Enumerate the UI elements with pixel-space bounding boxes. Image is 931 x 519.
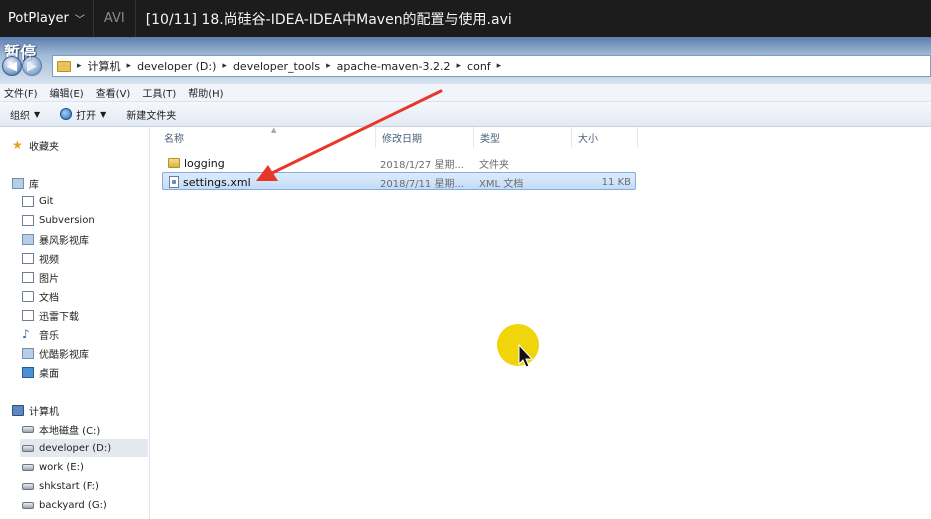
nav-library-item[interactable]: 视频 xyxy=(22,249,59,267)
nav-library-item[interactable]: Subversion xyxy=(22,211,95,229)
file-date-cell: 2018/1/27 星期... xyxy=(380,159,464,171)
star-icon: ★ xyxy=(12,138,23,152)
breadcrumb-item[interactable]: developer (D:) xyxy=(137,60,216,73)
table-row[interactable]: settings.xml 2018/7/11 星期... XML 文档 11 K… xyxy=(162,172,636,190)
file-type-cell: XML 文档 xyxy=(479,178,524,190)
download-icon xyxy=(22,309,34,321)
menu-bar: 文件(F) 编辑(E) 查看(V) 工具(T) 帮助(H) xyxy=(0,84,931,102)
drive-icon xyxy=(22,463,34,471)
menu-file[interactable]: 文件(F) xyxy=(4,85,38,100)
app-name: PotPlayer xyxy=(8,11,69,26)
table-row[interactable]: logging 2018/1/27 星期... 文件夹 xyxy=(162,154,636,172)
new-folder-button[interactable]: 新建文件夹 xyxy=(126,107,176,122)
folder-icon xyxy=(168,158,180,168)
subversion-icon xyxy=(22,214,34,226)
xml-file-icon xyxy=(169,176,179,188)
file-name-cell: logging xyxy=(168,154,225,172)
document-icon xyxy=(22,290,34,302)
breadcrumb-item[interactable]: developer_tools xyxy=(233,60,320,73)
video-title: [10/11] 18.尚硅谷-IDEA-IDEA中Maven的配置与使用.avi xyxy=(145,11,512,28)
navigation-pane: ★ 收藏夹 库 Git Subversion 暴风影视库 视频 图片 文档 迅雷… xyxy=(0,127,150,519)
nav-drive[interactable]: shkstart (F:) xyxy=(22,477,99,495)
breadcrumb-item[interactable]: conf xyxy=(467,60,491,73)
nav-drive[interactable]: 本地磁盘 (C:) xyxy=(22,420,100,438)
nav-libraries[interactable]: 库 xyxy=(12,174,39,192)
column-header-size[interactable]: 大小 xyxy=(572,127,638,148)
file-size-cell: 11 KB xyxy=(601,176,631,188)
column-header-date[interactable]: 修改日期 xyxy=(376,127,474,148)
nav-drive[interactable]: developer (D:) xyxy=(20,439,148,457)
file-type-cell: 文件夹 xyxy=(479,159,509,171)
chevron-down-icon: ▼ xyxy=(100,109,107,119)
chevron-down-icon: ▼ xyxy=(34,109,41,119)
column-header-name[interactable]: ▲ 名称 xyxy=(158,126,376,148)
folder-icon xyxy=(57,60,71,72)
organize-button[interactable]: 组织 ▼ xyxy=(10,107,40,122)
player-title-bar: PotPlayer ﹀ AVI [10/11] 18.尚硅谷-IDEA-IDEA… xyxy=(0,0,931,37)
nav-library-item[interactable]: 文档 xyxy=(22,287,59,305)
forward-arrow-icon[interactable]: ▶ xyxy=(22,56,42,76)
back-arrow-icon[interactable]: ◀ xyxy=(2,56,22,76)
command-toolbar: 组织 ▼ 打开 ▼ 新建文件夹 xyxy=(0,102,931,127)
breadcrumb-item[interactable]: 计算机 xyxy=(88,58,121,74)
open-icon xyxy=(60,108,73,120)
computer-icon xyxy=(12,404,24,416)
nav-drive[interactable]: backyard (G:) xyxy=(22,496,107,514)
nav-library-item[interactable]: 图片 xyxy=(22,268,59,286)
nav-drive[interactable]: work (E:) xyxy=(22,458,84,476)
desktop-icon xyxy=(22,366,34,378)
organize-label: 组织 xyxy=(10,110,30,122)
menu-tools[interactable]: 工具(T) xyxy=(142,85,176,100)
nav-library-item[interactable]: 优酷影视库 xyxy=(22,344,89,362)
format-label: AVI xyxy=(94,0,136,37)
file-date-cell: 2018/7/11 星期... xyxy=(380,178,464,190)
sort-ascending-icon: ▲ xyxy=(271,126,277,134)
picture-icon xyxy=(22,271,34,283)
nav-library-item[interactable]: 桌面 xyxy=(22,363,59,381)
nav-computer[interactable]: 计算机 xyxy=(12,401,59,419)
video-icon xyxy=(22,252,34,264)
potplayer-menu-button[interactable]: PotPlayer ﹀ xyxy=(0,0,94,37)
column-header-type[interactable]: 类型 xyxy=(474,127,572,148)
music-icon: ♪ xyxy=(22,327,30,341)
nav-library-item[interactable]: ♪ 音乐 xyxy=(22,325,59,343)
drive-icon xyxy=(22,501,34,509)
drive-icon xyxy=(22,444,34,452)
nav-favorites[interactable]: ★ 收藏夹 xyxy=(12,136,59,154)
menu-edit[interactable]: 编辑(E) xyxy=(50,85,84,100)
menu-help[interactable]: 帮助(H) xyxy=(188,85,223,100)
video-library-icon xyxy=(22,233,34,245)
menu-view[interactable]: 查看(V) xyxy=(96,85,131,100)
video-library-icon xyxy=(22,347,34,359)
library-icon xyxy=(12,177,24,189)
drive-icon xyxy=(22,482,34,490)
nav-library-item[interactable]: Git xyxy=(22,192,53,210)
nav-library-item[interactable]: 暴风影视库 xyxy=(22,230,89,248)
file-list: ▲ 名称 修改日期 类型 大小 logging 2018/1/27 星期... … xyxy=(150,126,931,519)
new-folder-label: 新建文件夹 xyxy=(126,110,177,122)
open-label: 打开 xyxy=(76,110,97,122)
nav-library-item[interactable]: 迅雷下载 xyxy=(22,306,79,324)
open-button[interactable]: 打开 ▼ xyxy=(60,107,106,122)
explorer-address-area: 暂停 ◀ ▶ ▸ 计算机 ▸ developer (D:) ▸ develope… xyxy=(0,37,931,84)
cursor-highlight xyxy=(497,324,539,366)
breadcrumb[interactable]: ▸ 计算机 ▸ developer (D:) ▸ developer_tools… xyxy=(52,55,931,77)
chevron-down-icon: ﹀ xyxy=(74,15,85,26)
git-icon xyxy=(22,195,34,207)
breadcrumb-item[interactable]: apache-maven-3.2.2 xyxy=(337,60,451,73)
file-name-cell: settings.xml xyxy=(169,173,251,191)
drive-icon xyxy=(22,425,34,433)
